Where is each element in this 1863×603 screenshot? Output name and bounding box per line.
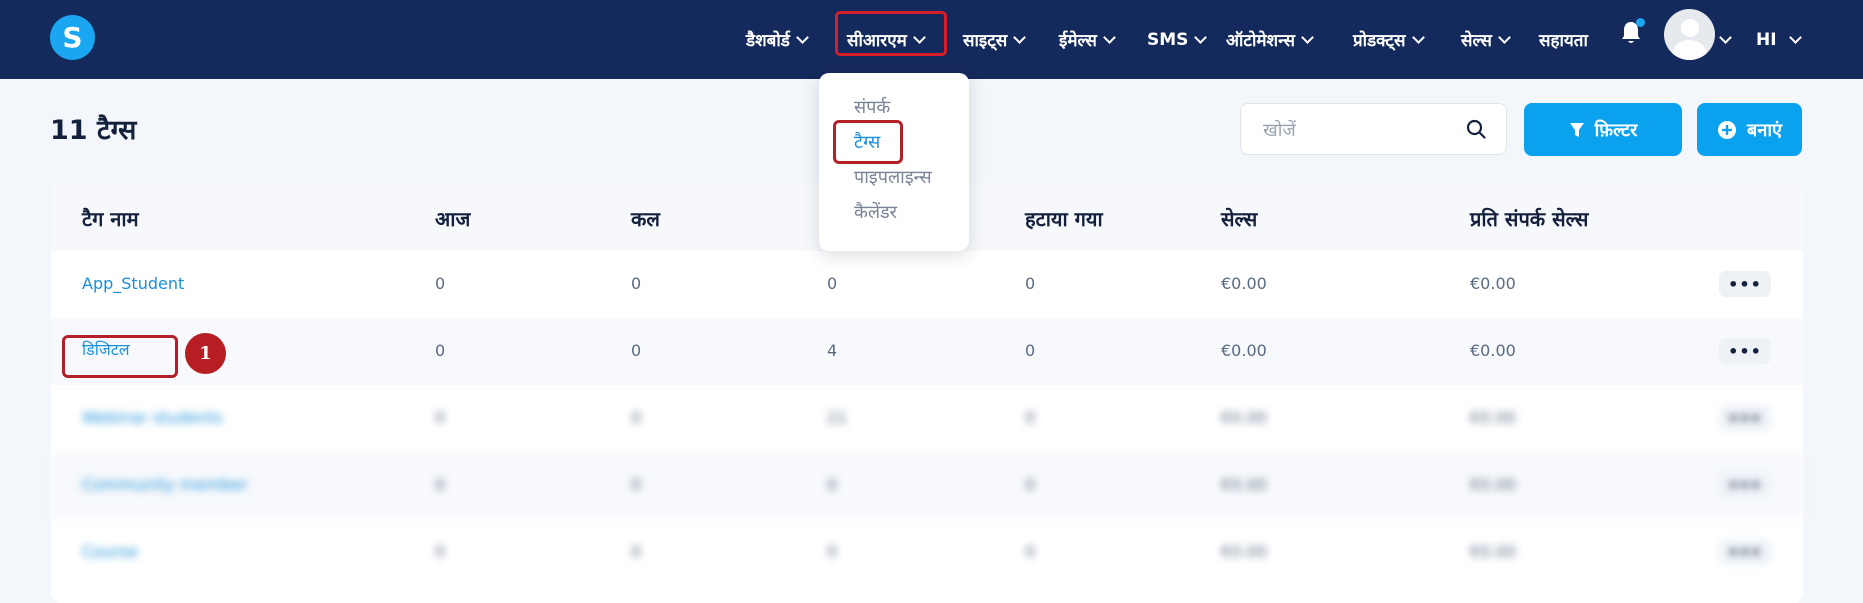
step-badge: 1 bbox=[185, 333, 226, 374]
cell-total: 0 bbox=[827, 542, 838, 561]
more-options-button[interactable]: ••• bbox=[1719, 271, 1771, 297]
nav-help[interactable]: सहायता bbox=[1539, 0, 1588, 79]
notification-dot bbox=[1636, 18, 1645, 27]
tag-highlight-box bbox=[62, 335, 178, 378]
cell-sales: €0.00 bbox=[1221, 274, 1267, 293]
avatar-menu-toggle[interactable] bbox=[1719, 0, 1732, 79]
cell-yesterday: 0 bbox=[631, 341, 642, 360]
nav-sales[interactable]: सेल्स bbox=[1461, 0, 1511, 79]
cell-yesterday: 0 bbox=[631, 408, 642, 427]
chevron-down-icon bbox=[1411, 30, 1425, 44]
chevron-down-icon bbox=[1497, 30, 1511, 44]
cell-removed: 0 bbox=[1025, 542, 1036, 561]
menu-item-contacts[interactable]: संपर्क bbox=[854, 95, 890, 119]
filter-icon bbox=[1569, 122, 1584, 137]
chevron-down-icon bbox=[1194, 30, 1208, 44]
avatar[interactable] bbox=[1664, 9, 1715, 60]
nav-dashboard[interactable]: डैशबोर्ड bbox=[746, 0, 809, 79]
col-today[interactable]: आज bbox=[435, 205, 470, 232]
cell-sales: €0.00 bbox=[1221, 475, 1267, 494]
cell-total: 4 bbox=[827, 341, 838, 360]
nav-automations[interactable]: ऑटोमेशन्स bbox=[1226, 0, 1314, 79]
cell-removed: 0 bbox=[1025, 408, 1036, 427]
search-box[interactable] bbox=[1240, 103, 1507, 156]
cell-today: 0 bbox=[435, 475, 446, 494]
chevron-down-icon bbox=[796, 30, 809, 44]
cell-sales-per-contact: €0.00 bbox=[1470, 341, 1516, 360]
tag-name-link[interactable]: Community member bbox=[82, 475, 247, 494]
nav-sites[interactable]: साइट्स bbox=[963, 0, 1027, 79]
create-button[interactable]: बनाएं bbox=[1697, 103, 1802, 156]
menu-item-pipelines[interactable]: पाइपलाइन्स bbox=[854, 165, 932, 189]
cell-sales-per-contact: €0.00 bbox=[1470, 408, 1516, 427]
chevron-down-icon bbox=[1719, 30, 1732, 44]
language-selector[interactable]: HI bbox=[1756, 0, 1802, 79]
tag-name-link[interactable]: Webinar students bbox=[82, 408, 222, 427]
col-tag-name[interactable]: टैग नाम bbox=[82, 205, 139, 232]
more-options-button[interactable]: ••• bbox=[1719, 472, 1771, 498]
cell-today: 0 bbox=[435, 408, 446, 427]
cell-yesterday: 0 bbox=[631, 274, 642, 293]
table-row: Community member 0 0 0 0 €0.00 €0.00 ••• bbox=[51, 452, 1803, 519]
cell-sales: €0.00 bbox=[1221, 341, 1267, 360]
table-row: App_Student 0 0 0 0 €0.00 €0.00 ••• bbox=[51, 251, 1803, 318]
col-removed[interactable]: हटाया गया bbox=[1025, 205, 1103, 232]
cell-yesterday: 0 bbox=[631, 475, 642, 494]
cell-total: 21 bbox=[827, 408, 848, 427]
more-options-button[interactable]: ••• bbox=[1719, 338, 1771, 364]
page-title: 11 टैग्स bbox=[50, 115, 137, 146]
tag-name-link[interactable]: App_Student bbox=[82, 274, 184, 293]
cell-removed: 0 bbox=[1025, 341, 1036, 360]
chevron-down-icon bbox=[1013, 30, 1027, 44]
crm-dropdown-menu: संपर्क टैग्स पाइपलाइन्स कैलेंडर bbox=[819, 73, 969, 251]
cell-total: 0 bbox=[827, 475, 838, 494]
table-row: डिजिटल 0 0 4 0 €0.00 €0.00 ••• bbox=[51, 318, 1803, 385]
cell-today: 0 bbox=[435, 542, 446, 561]
more-options-button[interactable]: ••• bbox=[1719, 405, 1771, 431]
cell-total: 0 bbox=[827, 274, 838, 293]
cell-sales: €0.00 bbox=[1221, 408, 1267, 427]
chevron-down-icon bbox=[1301, 30, 1314, 44]
crm-highlight-box bbox=[835, 11, 947, 56]
nav-products[interactable]: प्रोडक्ट्स bbox=[1353, 0, 1425, 79]
cell-sales-per-contact: €0.00 bbox=[1470, 274, 1516, 293]
col-sales[interactable]: सेल्स bbox=[1221, 205, 1257, 232]
menu-item-calendar[interactable]: कैलेंडर bbox=[854, 200, 897, 224]
nav-emails[interactable]: ईमेल्स bbox=[1059, 0, 1116, 79]
cell-sales: €0.00 bbox=[1221, 542, 1267, 561]
table-row: Course 0 0 0 0 €0.00 €0.00 ••• bbox=[51, 519, 1803, 586]
cell-sales-per-contact: €0.00 bbox=[1470, 475, 1516, 494]
filter-button[interactable]: फ़िल्टर bbox=[1524, 103, 1682, 156]
chevron-down-icon bbox=[1788, 30, 1802, 44]
chevron-down-icon bbox=[1103, 30, 1116, 44]
more-options-button[interactable]: ••• bbox=[1719, 539, 1771, 565]
search-icon[interactable] bbox=[1466, 119, 1486, 139]
top-navbar: S डैशबोर्ड सीआरएम साइट्स ईमेल्स SMS ऑटोम… bbox=[0, 0, 1863, 79]
col-yesterday[interactable]: कल bbox=[631, 205, 660, 232]
table-row: Webinar students 0 0 21 0 €0.00 €0.00 ••… bbox=[51, 385, 1803, 452]
search-input[interactable] bbox=[1261, 104, 1465, 156]
tag-name-link[interactable]: Course bbox=[82, 542, 138, 561]
cell-sales-per-contact: €0.00 bbox=[1470, 542, 1516, 561]
tags-highlight-box bbox=[833, 120, 903, 164]
cell-removed: 0 bbox=[1025, 475, 1036, 494]
plus-circle-icon bbox=[1718, 120, 1737, 139]
col-sales-per-contact[interactable]: प्रति संपर्क सेल्स bbox=[1470, 205, 1588, 232]
nav-sms[interactable]: SMS bbox=[1147, 0, 1208, 79]
cell-today: 0 bbox=[435, 274, 446, 293]
cell-removed: 0 bbox=[1025, 274, 1036, 293]
cell-yesterday: 0 bbox=[631, 542, 642, 561]
cell-today: 0 bbox=[435, 341, 446, 360]
